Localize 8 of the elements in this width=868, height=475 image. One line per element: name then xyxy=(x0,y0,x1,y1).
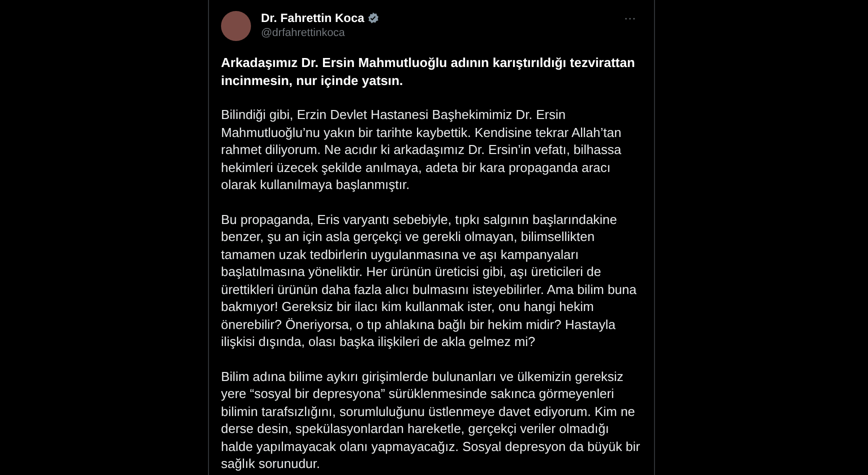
avatar[interactable] xyxy=(221,11,251,41)
author-name[interactable]: Dr. Fahrettin Koca xyxy=(261,10,364,26)
post-paragraph: Bilim adına bilime aykırı girişimlerde bulunanları ve ülkemizin gereksiz yere “sosyal bir depresyona” sürüklenmesinde sakınca görmeyenleri bilimin tarafsızlığını, sorumluluğunu üstlenmeye davet ediyorum. Kim ne derse desin, spekülasyonlardan hareketle, gerçekçi veriler olmadığı halde yapılmayacak olanı yapmayacağız. Sosyal depresyon da büyük bir sağlık sorunudur. xyxy=(221,368,642,472)
author-handle: @drfahrettinkoca xyxy=(261,26,345,41)
post-paragraph: Arkadaşımız Dr. Ersin Mahmutluoğlu adının karıştırıldığı tezvirattan incinmesin, nur içinde yatsın. xyxy=(221,54,636,89)
more-button[interactable]: ··· xyxy=(624,12,636,24)
post-paragraph: Bu propaganda, Eris varyantı sebebiyle, tıpkı salgının başlarındakine benzer, şu an için asla gerçekçi ve gerekli olmayan, bilimsellikten tamamen uzak tedbirlerin uygulanmasına ve aşı kampanyaları başlatılmasına yöneliktir. Her ürünün üreticisi gibi, aşı üreticileri de ürettikleri ürünün daha fazla alıcı bulmasını isteyebilirler. Ama bilim buna bakmıyor! Gereksiz bir ilacı kim kullanmak ister, onu hangi hekim önerebilir? Öneriyorsa, o tıp ahlakına bağlı bir hekim midir? Hastayla ilişkisi dışında, olası başka ilişkileri de akla gelmez mi? xyxy=(221,210,638,350)
post-paragraph: Bilindiği gibi, Erzin Devlet Hastanesi Başhekimimiz Dr. Ersin Mahmutluoğlu’nu yakın bir tarihte kaybettik. Kendisine tekrar Allah’tan rahmet diliyorum. Ne acıdır ki arkadaşımız Dr. Ersin’in vefatı, bilhassa hekimleri üzecek şekilde anılmaya, adeta bir kara propaganda aracı olarak kullanılmaya başlanmıştır. xyxy=(221,106,622,194)
